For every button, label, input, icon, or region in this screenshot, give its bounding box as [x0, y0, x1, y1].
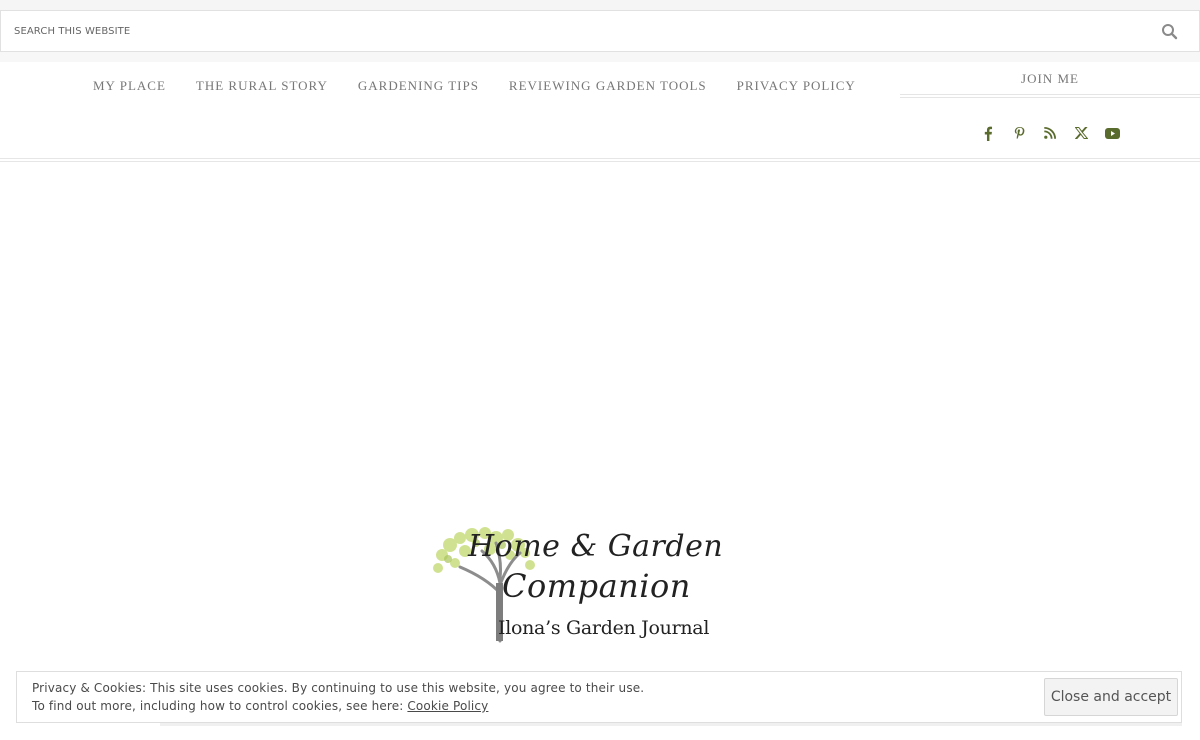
youtube-icon[interactable]: [1104, 125, 1120, 141]
cookie-policy-link[interactable]: Cookie Policy: [407, 699, 488, 713]
cookie-notice-line-1: Privacy & Cookies: This site uses cookie…: [32, 681, 645, 695]
social-icons: [980, 125, 1135, 141]
footer-strip: [160, 723, 1182, 726]
nav-item-privacy-policy[interactable]: PRIVACY POLICY: [737, 78, 856, 96]
search-icon[interactable]: [1161, 23, 1181, 41]
divider: [0, 158, 1200, 159]
x-twitter-icon[interactable]: [1073, 125, 1089, 141]
logo-tagline: Ilona’s Garden Journal: [498, 617, 710, 639]
nav-item-the-rural-story[interactable]: THE RURAL STORY: [196, 78, 328, 96]
logo-line-2: Companion: [502, 567, 691, 605]
cookie-banner: Privacy & Cookies: This site uses cookie…: [16, 671, 1182, 723]
nav-item-reviewing-garden-tools[interactable]: REVIEWING GARDEN TOOLS: [509, 78, 707, 96]
nav-item-gardening-tips[interactable]: GARDENING TIPS: [358, 78, 479, 96]
divider: [0, 161, 1200, 162]
search-bar: [0, 10, 1200, 52]
close-and-accept-button[interactable]: Close and accept: [1044, 678, 1178, 716]
divider: [900, 94, 1200, 95]
pinterest-icon[interactable]: [1011, 125, 1027, 141]
cookie-notice-line-2: To find out more, including how to contr…: [32, 697, 644, 715]
top-strip: [0, 0, 1200, 10]
divider: [900, 97, 1200, 98]
facebook-icon[interactable]: [980, 125, 996, 141]
cookie-notice-text: To find out more, including how to contr…: [32, 699, 408, 713]
join-me-heading: JOIN ME: [1021, 71, 1079, 86]
primary-nav: MY PLACE THE RURAL STORY GARDENING TIPS …: [93, 78, 886, 96]
header-strip: [0, 52, 1200, 62]
site-logo[interactable]: Home & Garden Companion Ilona’s Garden J…: [430, 523, 760, 648]
search-input[interactable]: [1, 11, 1141, 51]
cookie-notice: Privacy & Cookies: This site uses cookie…: [32, 679, 644, 715]
nav-item-my-place[interactable]: MY PLACE: [93, 78, 166, 96]
logo-line-1: Home & Garden: [468, 529, 724, 564]
rss-icon[interactable]: [1042, 125, 1058, 141]
